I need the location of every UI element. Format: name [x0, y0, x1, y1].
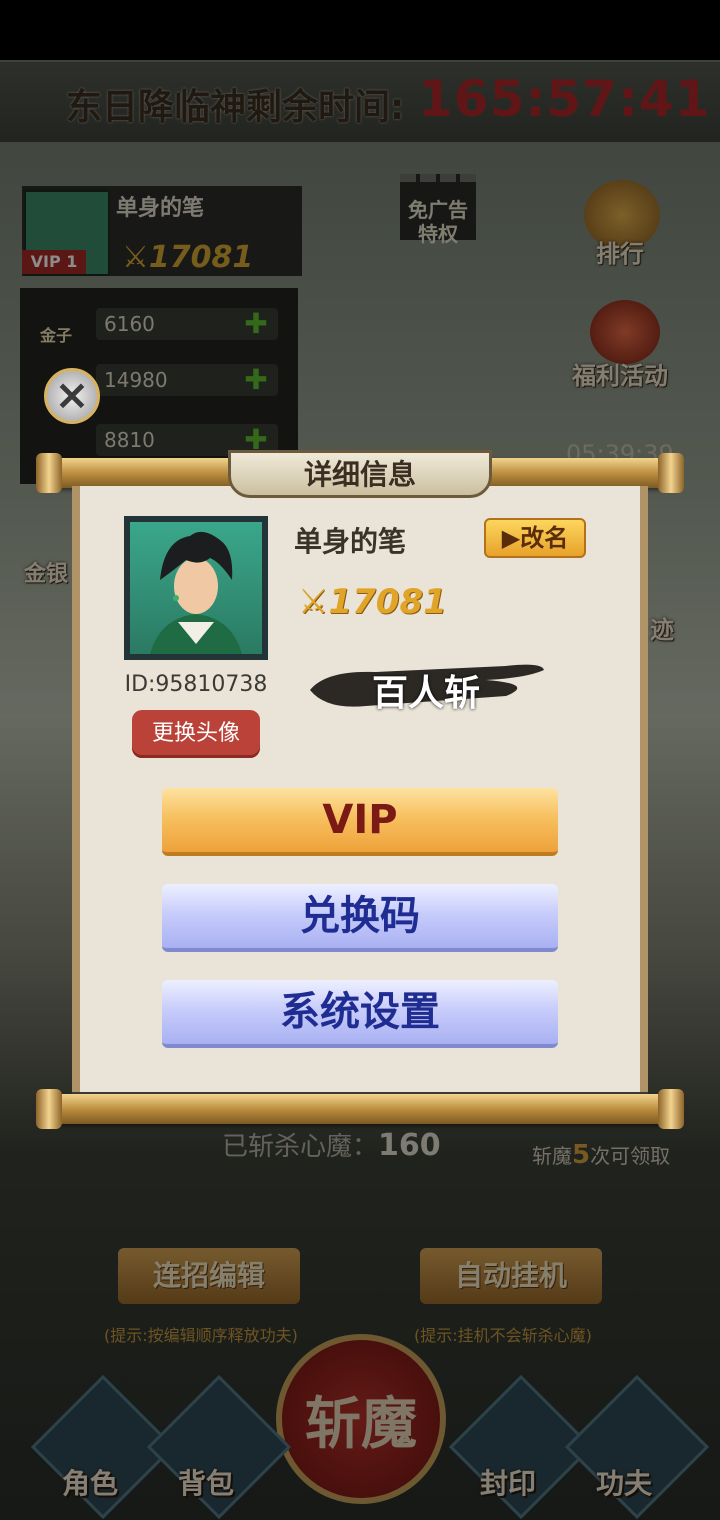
scroll-bottom-rod [42, 1094, 678, 1124]
player-name: 单身的笔 [294, 525, 407, 558]
avatar [124, 516, 268, 660]
scroll-rod-end [36, 1089, 62, 1129]
rename-label: 改名 [520, 524, 569, 552]
system-settings-button[interactable]: 系统设置 [162, 980, 558, 1048]
dialog-title: 详细信息 [228, 450, 492, 498]
player-power-value: 17081 [328, 582, 447, 622]
play-circle-icon: ▶ [501, 524, 521, 552]
close-icon[interactable]: × [44, 368, 100, 424]
detail-info-dialog: 详细信息 ID:95810738 更换头像 单身的笔 ▶改名 ⚔17081 百人… [36, 450, 684, 1129]
player-title: 百人斩 [371, 673, 480, 714]
player-id: ID:95810738 [124, 672, 268, 697]
crossed-swords-icon: ⚔ [298, 582, 329, 622]
scroll-rod-end [36, 453, 62, 493]
change-avatar-button[interactable]: 更换头像 [132, 710, 260, 758]
rename-button[interactable]: ▶改名 [484, 518, 586, 558]
player-power: ⚔17081 [298, 582, 447, 622]
hero-portrait-icon [150, 531, 242, 654]
scroll-rod-end [658, 1089, 684, 1129]
redeem-code-button[interactable]: 兑换码 [162, 884, 558, 952]
scroll-rod-end [658, 453, 684, 493]
vip-button[interactable]: VIP [162, 788, 558, 856]
